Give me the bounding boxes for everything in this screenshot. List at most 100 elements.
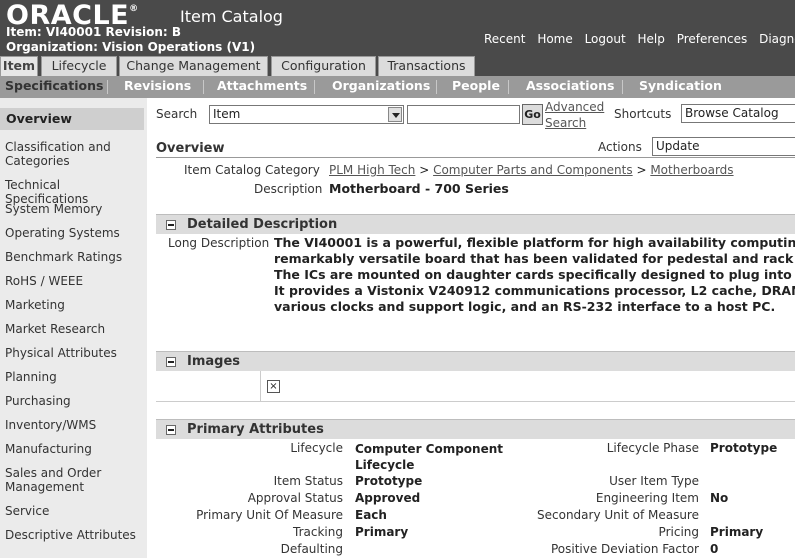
- category-breadcrumb: PLM High Tech > Computer Parts and Compo…: [329, 163, 734, 177]
- help-link[interactable]: Help: [638, 32, 665, 46]
- search-input[interactable]: [407, 105, 520, 124]
- page-header: ORACLE® Item Catalog Item: VI40001 Revis…: [0, 0, 795, 56]
- sidebar-item-inventory-wms[interactable]: Inventory/WMS: [5, 418, 143, 432]
- detailed-description-header: Detailed Description: [156, 214, 795, 234]
- actions-select[interactable]: Update: [652, 137, 795, 156]
- subtab-divider: [107, 80, 108, 94]
- tab-change-management[interactable]: Change Management: [119, 56, 268, 76]
- sidebar-item-system-memory[interactable]: System Memory: [5, 202, 143, 216]
- subtab-organizations[interactable]: Organizations: [332, 78, 430, 93]
- sub-tabs: Specifications Revisions Attachments Org…: [0, 76, 795, 98]
- search-type-value: Item: [213, 107, 241, 121]
- tab-configuration[interactable]: Configuration: [271, 56, 376, 76]
- breadcrumb-separator: >: [419, 163, 434, 177]
- attr-label-positive-deviation-factor: Positive Deviation Factor: [550, 542, 699, 556]
- collapse-icon[interactable]: [166, 425, 176, 435]
- subtab-attachments[interactable]: Attachments: [217, 78, 307, 93]
- attr-label-tracking: Tracking: [293, 525, 343, 539]
- tab-lifecycle[interactable]: Lifecycle: [41, 56, 117, 76]
- long-description-line: The ICs are mounted on daughter cards sp…: [274, 267, 795, 282]
- search-type-select[interactable]: Item: [209, 105, 404, 124]
- collapse-icon[interactable]: [166, 357, 176, 367]
- go-button[interactable]: Go: [522, 104, 543, 125]
- recent-link[interactable]: Recent: [484, 32, 525, 46]
- category-link-motherboards[interactable]: Motherboards: [650, 163, 733, 177]
- preferences-link[interactable]: Preferences: [677, 32, 748, 46]
- overview-title: Overview: [156, 141, 225, 156]
- attr-label-lifecycle: Lifecycle: [290, 441, 343, 455]
- sidebar-item-service[interactable]: Service: [5, 504, 143, 518]
- description-value: Motherboard - 700 Series: [329, 181, 509, 196]
- subtab-associations[interactable]: Associations: [526, 78, 614, 93]
- breadcrumb-separator: >: [636, 163, 651, 177]
- item-context: Item: VI40001 Revision: B: [6, 25, 181, 39]
- sidebar-item-marketing[interactable]: Marketing: [5, 298, 143, 312]
- subtab-syndication[interactable]: Syndication: [639, 78, 722, 93]
- attr-value-pricing: Primary: [710, 525, 764, 539]
- sidebar-item-overview[interactable]: Overview: [0, 108, 144, 130]
- subtab-specifications[interactable]: Specifications: [5, 78, 103, 93]
- sidebar-item-operating-systems[interactable]: Operating Systems: [5, 226, 143, 240]
- detailed-description-title: Detailed Description: [187, 217, 338, 232]
- sidebar-item-classification[interactable]: Classification and Categories: [5, 140, 143, 168]
- attr-label-user-item-type: User Item Type: [609, 474, 699, 488]
- subtab-divider: [314, 80, 315, 94]
- attr-label-item-status: Item Status: [273, 474, 343, 488]
- attr-value-positive-deviation-factor: 0: [710, 542, 719, 556]
- attr-value-primary-uom: Each: [355, 508, 387, 522]
- actions-label: Actions: [598, 140, 642, 154]
- description-label: Description: [254, 182, 323, 196]
- sidebar-item-benchmark-ratings[interactable]: Benchmark Ratings: [5, 250, 143, 264]
- attr-label-secondary-uom: Secondary Unit of Measure: [537, 508, 699, 522]
- sidebar-item-sales-order-management[interactable]: Sales and Order Management: [5, 466, 143, 494]
- long-description-text: The VI40001 is a powerful, flexible plat…: [274, 235, 795, 315]
- attr-label-approval-status: Approval Status: [247, 491, 343, 505]
- long-description-line: remarkably versatile board that has been…: [274, 251, 795, 266]
- shortcuts-label: Shortcuts: [614, 107, 672, 121]
- global-links: Recent Home Logout Help Preferences Diag…: [484, 32, 795, 46]
- attr-value-lifecycle-phase: Prototype: [710, 441, 778, 455]
- diagnostics-link[interactable]: Diagnostics: [759, 32, 795, 46]
- logout-link[interactable]: Logout: [585, 32, 626, 46]
- attr-value-tracking: Primary: [355, 525, 409, 539]
- advanced-search-link[interactable]: Advanced Search: [545, 99, 605, 131]
- divider: [156, 157, 795, 158]
- attr-label-defaulting: Defaulting: [280, 542, 343, 556]
- category-link-computer-parts[interactable]: Computer Parts and Components: [433, 163, 633, 177]
- attr-value-engineering-item: No: [710, 491, 729, 505]
- long-description-label: Long Description: [168, 236, 270, 250]
- sidebar-item-manufacturing[interactable]: Manufacturing: [5, 442, 143, 456]
- category-link-plm-high-tech[interactable]: PLM High Tech: [329, 163, 415, 177]
- subtab-divider: [508, 80, 509, 94]
- attr-label-lifecycle-phase: Lifecycle Phase: [606, 441, 699, 455]
- tab-item[interactable]: Item: [0, 56, 38, 76]
- tab-transactions[interactable]: Transactions: [378, 56, 475, 76]
- sidebar-item-physical-attributes[interactable]: Physical Attributes: [5, 346, 143, 360]
- attr-label-engineering-item: Engineering Item: [595, 491, 699, 505]
- sidebar-item-descriptive-attributes[interactable]: Descriptive Attributes: [5, 528, 143, 542]
- app-title: Item Catalog: [180, 7, 283, 26]
- subtab-divider: [203, 80, 204, 94]
- subtab-people[interactable]: People: [452, 78, 500, 93]
- primary-attributes-title: Primary Attributes: [187, 422, 324, 437]
- attr-value-item-status: Prototype: [355, 474, 423, 488]
- images-title: Images: [187, 354, 241, 369]
- shortcuts-select[interactable]: Browse Catalog: [681, 104, 795, 123]
- home-link[interactable]: Home: [537, 32, 572, 46]
- attr-label-primary-uom: Primary Unit Of Measure: [196, 508, 343, 522]
- attr-label-pricing: Pricing: [658, 525, 699, 539]
- sidebar-item-rohs-weee[interactable]: RoHS / WEEE: [5, 274, 143, 288]
- attr-value-lifecycle: Computer Component Lifecycle: [355, 442, 504, 472]
- divider: [260, 371, 261, 402]
- broken-image-icon[interactable]: ×: [267, 380, 280, 393]
- search-label: Search: [156, 107, 198, 121]
- sidebar-item-market-research[interactable]: Market Research: [5, 322, 143, 336]
- chevron-down-icon[interactable]: [388, 107, 402, 122]
- sidebar-item-planning[interactable]: Planning: [5, 370, 143, 384]
- collapse-icon[interactable]: [166, 220, 176, 230]
- category-label: Item Catalog Category: [184, 163, 320, 177]
- subtab-divider: [622, 80, 623, 94]
- organization-context: Organization: Vision Operations (V1): [6, 40, 256, 54]
- sidebar-item-purchasing[interactable]: Purchasing: [5, 394, 143, 408]
- subtab-revisions[interactable]: Revisions: [124, 78, 191, 93]
